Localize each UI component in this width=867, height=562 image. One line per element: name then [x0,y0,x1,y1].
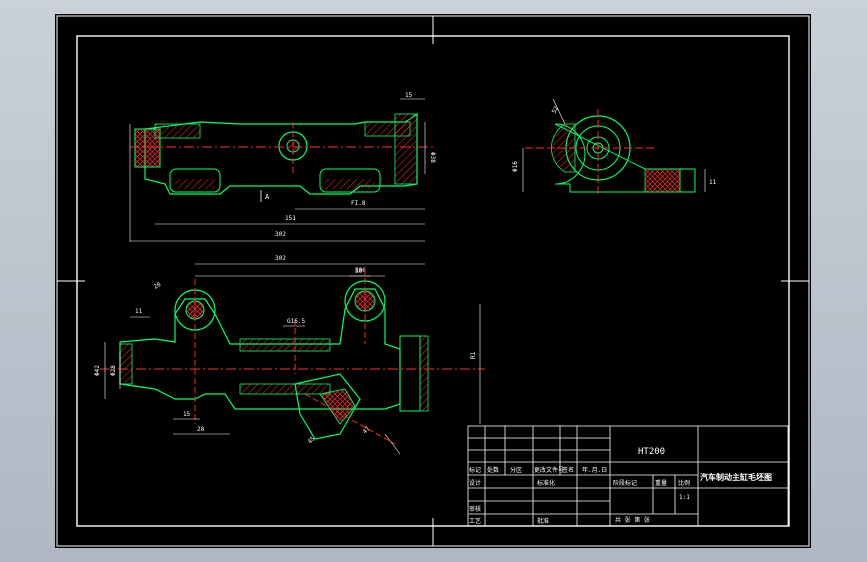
row-label-mark: 标记 [469,466,481,474]
label-approve: 批准 [537,517,549,525]
side-view: Φ16 11 52 [512,98,717,194]
dim-bottom-f: G16.5 [287,318,305,325]
dim-top-right: 15 [405,92,413,99]
dim-right-b: 52 [551,105,561,115]
dim-top-sub2: FI.8 [351,200,366,207]
dim-bottom-e: 20 [153,281,163,291]
dim-bottom-overall: 302 [275,255,286,262]
drawing-name: 汽车制动主缸毛坯图 [700,472,772,482]
dim-bottom-h: Φ42 [94,365,101,376]
label-weight: 重量 [655,479,667,487]
dim-bottom-a: 28 [197,426,205,433]
dim-bottom-g: R1 [470,351,477,359]
dim-right-c: 11 [709,179,717,186]
label-check: 审核 [469,505,481,513]
drawing-sheet: 302 151 FI.8 15 Φ38 A Φ16 11 52 302 306 … [55,14,811,548]
section-label-a: A [265,193,270,201]
dim-top-overall: 302 [275,231,286,238]
label-stage-mark: 阶段标记 [613,479,637,487]
dim-top-flange: Φ38 [429,152,436,163]
outer-border [56,15,810,547]
inner-border [76,35,790,527]
dim-bottom-d: 15 [183,411,191,418]
drawing-canvas: 302 151 FI.8 15 Φ38 A Φ16 11 52 302 306 … [56,15,810,547]
label-design: 设计 [469,479,481,487]
sheet-info: 共 张 第 张 [615,516,650,524]
row-label-zone: 分区 [510,466,522,474]
top-section-view: 302 151 FI.8 15 Φ38 A [129,92,436,242]
cad-viewport: 302 151 FI.8 15 Φ38 A Φ16 11 52 302 306 … [0,0,867,562]
dim-bottom-i: Φ28 [110,365,117,376]
dim-bottom-j: 45 [306,435,316,445]
dim-top-sub: 151 [285,215,296,222]
label-process: 工艺 [469,517,481,525]
centering-marks [57,16,809,546]
row-label-change-doc: 更改文件号 [534,466,564,474]
label-standard: 标准化 [537,479,555,487]
front-section-view: 302 306 Φ42 Φ28 11 15 28 20 G16.5 50 R1 … [94,255,485,455]
row-label-date: 年.月.日 [582,466,607,474]
dim-bottom-c: 11 [135,308,143,315]
dim-right-a: Φ16 [512,161,519,172]
row-label-signature: 签名 [562,466,574,474]
dim-bottom-b: 50 [355,268,363,275]
scale-value: 1:1 [679,494,690,501]
label-scale: 比例 [678,479,690,487]
title-block-text: HT200 汽车制动主缸毛坯图 标记 处数 分区 更改文件号 签名 年.月.日 … [469,447,772,525]
row-label-count: 处数 [487,466,499,474]
material-label: HT200 [638,447,665,457]
